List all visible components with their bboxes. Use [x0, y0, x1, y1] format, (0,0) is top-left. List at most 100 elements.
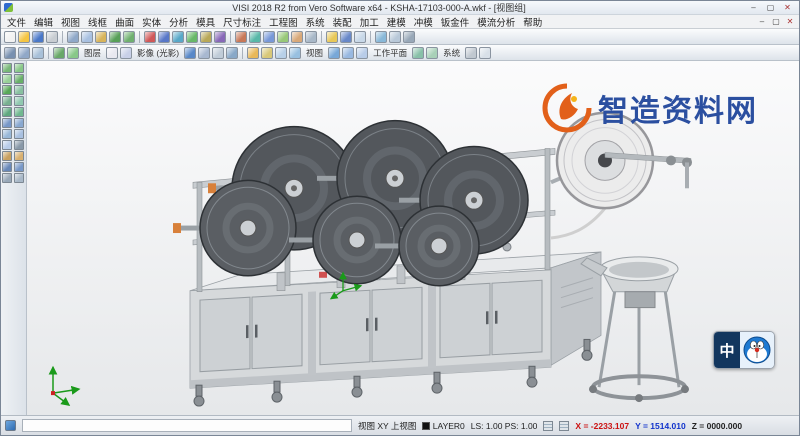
- print-icon[interactable]: [46, 31, 58, 43]
- snap-midpoint-icon[interactable]: [2, 74, 12, 84]
- doc-close-button[interactable]: ✕: [783, 16, 797, 27]
- menu-item-曲面[interactable]: 曲面: [111, 15, 138, 29]
- layer-icon[interactable]: [375, 31, 387, 43]
- chamfer-icon[interactable]: [305, 31, 317, 43]
- menu-item-编辑[interactable]: 编辑: [30, 15, 57, 29]
- doc-restore-button[interactable]: ▢: [769, 16, 783, 27]
- menu-item-尺寸标注[interactable]: 尺寸标注: [219, 15, 265, 29]
- menu-item-帮助[interactable]: 帮助: [519, 15, 546, 29]
- menu-item-模具[interactable]: 模具: [192, 15, 219, 29]
- hide-show-icon[interactable]: [53, 47, 65, 59]
- line-icon[interactable]: [158, 31, 170, 43]
- workplane-set-icon[interactable]: [426, 47, 438, 59]
- undo-icon[interactable]: [109, 31, 121, 43]
- open-file-icon[interactable]: [18, 31, 30, 43]
- group-icon[interactable]: [2, 162, 12, 172]
- grid-snap-icon[interactable]: [2, 96, 12, 106]
- wireframe-view-icon[interactable]: [198, 47, 210, 59]
- revolve-icon[interactable]: [249, 31, 261, 43]
- shell-icon[interactable]: [277, 31, 289, 43]
- snap-toggle-icon[interactable]: [543, 421, 553, 431]
- polyline-icon[interactable]: [214, 31, 226, 43]
- wcs-icon[interactable]: [2, 107, 12, 117]
- view-pan-icon[interactable]: [14, 118, 24, 128]
- close-button[interactable]: ✕: [779, 2, 796, 14]
- zoom-fit-icon[interactable]: [247, 47, 259, 59]
- info-icon[interactable]: [14, 173, 24, 183]
- snap-point-icon[interactable]: [14, 63, 24, 73]
- rotate-view-icon[interactable]: [289, 47, 301, 59]
- refresh-icon[interactable]: [14, 140, 24, 150]
- settings-icon[interactable]: [403, 31, 415, 43]
- view-previous-icon[interactable]: [14, 129, 24, 139]
- supply-reel[interactable]: [551, 113, 692, 238]
- doc-minimize-button[interactable]: –: [755, 16, 769, 27]
- mask-icon[interactable]: [14, 151, 24, 161]
- menu-item-实体[interactable]: 实体: [138, 15, 165, 29]
- zoom-window-icon[interactable]: [261, 47, 273, 59]
- layer-name[interactable]: LAYER0: [433, 421, 465, 431]
- snap-endpoint-icon[interactable]: [14, 85, 24, 95]
- extrude-icon[interactable]: [235, 31, 247, 43]
- copy-icon[interactable]: [81, 31, 93, 43]
- ungroup-icon[interactable]: [14, 162, 24, 172]
- layer-indicator[interactable]: LAYER0: [422, 421, 464, 431]
- paste-icon[interactable]: [95, 31, 107, 43]
- menu-item-装配[interactable]: 装配: [329, 15, 356, 29]
- pan-icon[interactable]: [275, 47, 287, 59]
- menu-item-分析[interactable]: 分析: [165, 15, 192, 29]
- fillet-icon[interactable]: [291, 31, 303, 43]
- 3d-viewport[interactable]: 智造资料网 中: [27, 61, 799, 415]
- maximize-button[interactable]: ▢: [762, 2, 779, 14]
- menu-item-文件[interactable]: 文件: [3, 15, 30, 29]
- shaded-view-icon[interactable]: [184, 47, 196, 59]
- menu-item-冲模[interactable]: 冲模: [410, 15, 437, 29]
- select-filter-icon[interactable]: [2, 63, 12, 73]
- snap-center-icon[interactable]: [14, 74, 24, 84]
- status-view-info[interactable]: 视图 XY 上视图: [358, 420, 416, 432]
- view-zoom-icon[interactable]: [2, 129, 12, 139]
- blank-element-icon[interactable]: [67, 47, 79, 59]
- attribute-icon[interactable]: [2, 173, 12, 183]
- perspective-icon[interactable]: [226, 47, 238, 59]
- rectangle-icon[interactable]: [200, 31, 212, 43]
- menu-item-线框[interactable]: 线框: [84, 15, 111, 29]
- machine-3d-model[interactable]: [27, 61, 799, 415]
- circle-icon[interactable]: [172, 31, 184, 43]
- arc-icon[interactable]: [186, 31, 198, 43]
- cabinet-front-doors[interactable]: [190, 270, 551, 388]
- dimension-icon[interactable]: [340, 31, 352, 43]
- system-settings-icon[interactable]: [465, 47, 477, 59]
- view-rotate-icon[interactable]: [2, 118, 12, 128]
- point-icon[interactable]: [144, 31, 156, 43]
- status-prompt-icon[interactable]: [5, 420, 16, 431]
- workplane-icon[interactable]: [412, 47, 424, 59]
- redraw-icon[interactable]: [2, 140, 12, 150]
- menu-item-系统[interactable]: 系统: [302, 15, 329, 29]
- measure-icon[interactable]: [326, 31, 338, 43]
- menu-item-视图[interactable]: 视图: [57, 15, 84, 29]
- iso-view-icon[interactable]: [328, 47, 340, 59]
- ortho-mode-icon[interactable]: [14, 96, 24, 106]
- redo-icon[interactable]: [123, 31, 135, 43]
- sweep-icon[interactable]: [263, 31, 275, 43]
- properties-icon[interactable]: [389, 31, 401, 43]
- material-reel-disc[interactable]: [173, 180, 296, 275]
- minimize-button[interactable]: –: [745, 2, 762, 14]
- menu-item-钣金件[interactable]: 钣金件: [437, 15, 474, 29]
- layer-visibility-icon[interactable]: [120, 47, 132, 59]
- select-icon[interactable]: [4, 47, 16, 59]
- front-view-icon[interactable]: [356, 47, 368, 59]
- top-view-icon[interactable]: [342, 47, 354, 59]
- select-window-icon[interactable]: [18, 47, 30, 59]
- cut-icon[interactable]: [67, 31, 79, 43]
- menu-item-加工[interactable]: 加工: [356, 15, 383, 29]
- help-icon[interactable]: [479, 47, 491, 59]
- command-prompt-field[interactable]: [22, 419, 352, 432]
- save-icon[interactable]: [32, 31, 44, 43]
- hidden-line-icon[interactable]: [212, 47, 224, 59]
- menu-item-建模[interactable]: 建模: [383, 15, 410, 29]
- menu-item-模流分析[interactable]: 模流分析: [473, 15, 519, 29]
- layer-manager-icon[interactable]: [106, 47, 118, 59]
- snap-intersection-icon[interactable]: [2, 85, 12, 95]
